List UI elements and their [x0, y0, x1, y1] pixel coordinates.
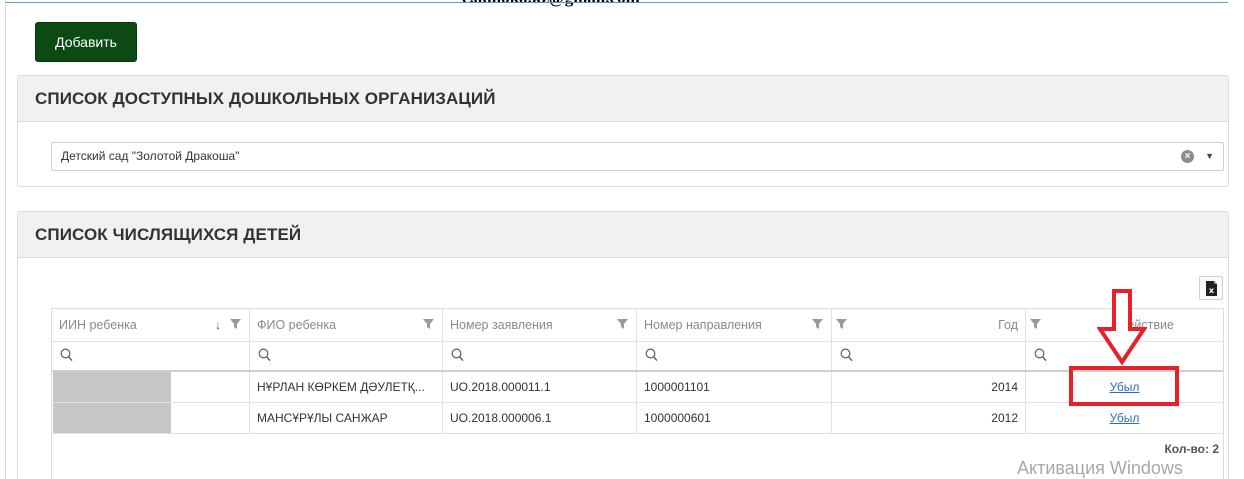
windows-activation-watermark: Активация Windows [1017, 458, 1183, 478]
window-top-border [6, 2, 1228, 3]
filter-icon[interactable] [836, 319, 847, 329]
column-header-direction[interactable]: Номер направления [637, 309, 832, 341]
cell-iin [52, 403, 250, 433]
column-header-name[interactable]: ФИО ребенка [250, 309, 443, 341]
highlight-box [1069, 366, 1179, 406]
column-header-label: Номер заявления [450, 318, 553, 332]
filter-cell-direction[interactable] [637, 342, 832, 370]
cell-year: 2012 [832, 403, 1026, 433]
column-header-label: ФИО ребенка [257, 318, 337, 332]
filter-cell-application[interactable] [443, 342, 637, 370]
column-header-label: Год [998, 318, 1018, 332]
clear-icon[interactable]: × [1181, 150, 1194, 163]
filter-icon[interactable] [812, 319, 823, 329]
filter-cell-name[interactable] [250, 342, 443, 370]
children-grid: ИИН ребенка ↓ ФИО ребенка Номер заявлени… [51, 308, 1224, 479]
grid-header-row: ИИН ребенка ↓ ФИО ребенка Номер заявлени… [52, 309, 1223, 342]
window-left-edge [0, 0, 6, 479]
organizations-panel: СПИСОК ДОСТУПНЫХ ДОШКОЛЬНЫХ ОРГАНИЗАЦИЙ … [17, 75, 1229, 187]
cell-name: МАНСҰРҰЛЫ САНЖАР [250, 403, 443, 433]
search-icon [645, 348, 658, 362]
search-icon [258, 348, 271, 362]
search-icon [60, 348, 73, 362]
cell-iin [52, 372, 250, 402]
cell-name: НҰРЛАН КӨРКЕМ ДӘУЛЕТҚ... [250, 372, 443, 402]
search-icon [1034, 348, 1047, 362]
cell-application: UO.2018.000006.1 [443, 403, 637, 433]
row-count: Кол-во: 2 [1164, 442, 1219, 456]
organization-select[interactable]: Детский сад "Золотой Дракоша" × ▼ [51, 142, 1224, 171]
children-panel-header: СПИСОК ЧИСЛЯЩИХСЯ ДЕТЕЙ [18, 212, 1228, 258]
export-excel-icon[interactable]: x [1199, 276, 1223, 300]
filter-cell-iin[interactable] [52, 342, 250, 370]
cell-application: UO.2018.000011.1 [443, 372, 637, 402]
cell-action: Убыл [1026, 403, 1223, 433]
children-panel-title: СПИСОК ЧИСЛЯЩИХСЯ ДЕТЕЙ [35, 225, 302, 244]
filter-icon[interactable] [230, 319, 241, 329]
sort-down-icon[interactable]: ↓ [215, 309, 221, 341]
filter-icon[interactable] [617, 319, 628, 329]
column-header-label: Номер направления [644, 318, 762, 332]
cell-direction: 1000001101 [637, 372, 832, 402]
cell-year: 2014 [832, 372, 1026, 402]
search-icon [451, 348, 464, 362]
organizations-panel-header: СПИСОК ДОСТУПНЫХ ДОШКОЛЬНЫХ ОРГАНИЗАЦИЙ [18, 76, 1228, 122]
search-icon [840, 348, 853, 362]
table-row[interactable]: МАНСҰРҰЛЫ САНЖАР UO.2018.000006.1 100000… [52, 403, 1223, 434]
grid-filter-row [52, 342, 1223, 372]
cell-direction: 1000000601 [637, 403, 832, 433]
arrow-down-annotation [1097, 289, 1147, 365]
action-link-left[interactable]: Убыл [1033, 403, 1216, 433]
filter-icon[interactable] [423, 319, 434, 329]
column-header-label: ИИН ребенка [59, 318, 137, 332]
organization-select-value: Детский сад "Золотой Дракоша" [61, 149, 240, 163]
filter-cell-year[interactable] [832, 342, 1026, 370]
column-header-year[interactable]: Год [832, 309, 1026, 341]
column-header-iin[interactable]: ИИН ребенка ↓ [52, 309, 250, 341]
svg-text:x: x [1209, 286, 1215, 295]
organizations-panel-title: СПИСОК ДОСТУПНЫХ ДОШКОЛЬНЫХ ОРГАНИЗАЦИЙ [35, 89, 496, 108]
children-panel: СПИСОК ЧИСЛЯЩИХСЯ ДЕТЕЙ x ИИН ребенка ↓ … [17, 211, 1229, 479]
caret-down-icon[interactable]: ▼ [1205, 143, 1214, 170]
add-button[interactable]: Добавить [35, 22, 137, 62]
column-header-application[interactable]: Номер заявления [443, 309, 637, 341]
table-row[interactable]: НҰРЛАН КӨРКЕМ ДӘУЛЕТҚ... UO.2018.000011.… [52, 372, 1223, 403]
filter-icon[interactable] [1030, 319, 1041, 329]
